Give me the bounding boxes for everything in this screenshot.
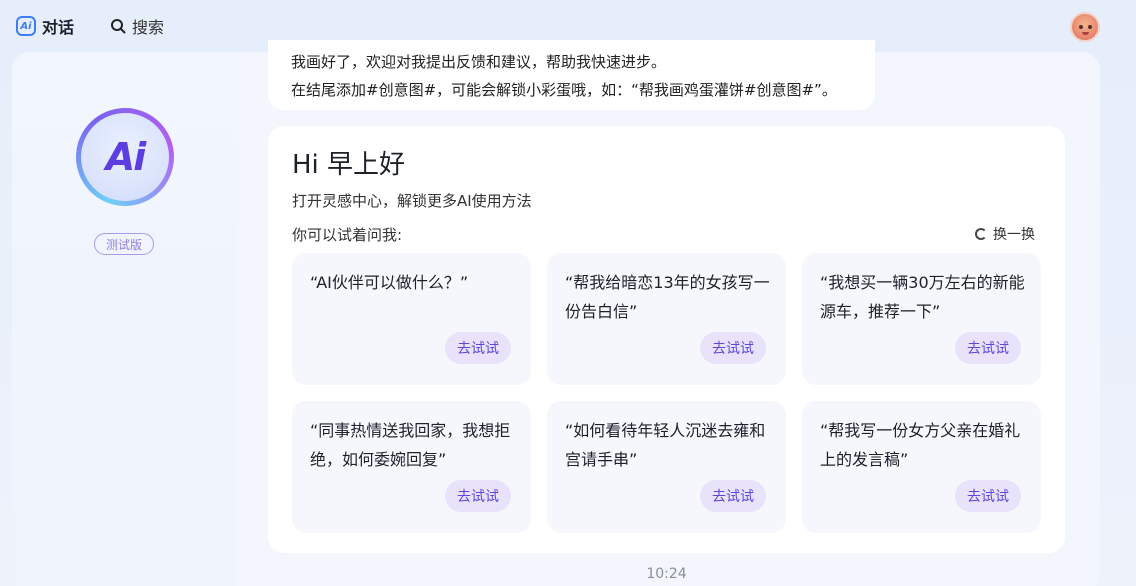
previous-message: 我画好了，欢迎对我提出反馈和建议，帮助我快速进步。 在结尾添加#创意图#，可能会… xyxy=(268,40,875,110)
prompt-text: “AI伙伴可以做什么？” xyxy=(310,273,469,292)
try-button[interactable]: 去试试 xyxy=(955,332,1021,364)
try-asking-label: 你可以试着问我: xyxy=(292,226,403,244)
prompt-text: “如何看待年轻人沉迷去雍和宫请手串” xyxy=(565,421,766,469)
tab-search-label: 搜索 xyxy=(132,18,165,37)
previous-message-line: 我画好了，欢迎对我提出反馈和建议，帮助我快速进步。 xyxy=(291,53,667,71)
try-button[interactable]: 去试试 xyxy=(700,480,766,512)
refresh-label: 换一换 xyxy=(993,227,1035,243)
greeting-card: Hi 早上好 打开灵感中心，解锁更多AI使用方法 你可以试着问我: 换一换 “A… xyxy=(268,126,1065,553)
prompt-card[interactable]: “AI伙伴可以做什么？” 去试试 xyxy=(292,253,531,385)
try-button[interactable]: 去试试 xyxy=(445,480,511,512)
assistant-logo: Ai xyxy=(76,108,174,206)
tab-chat-label: 对话 xyxy=(42,18,75,37)
refresh-button[interactable]: 换一换 xyxy=(975,224,1035,244)
refresh-icon xyxy=(975,228,987,240)
user-avatar[interactable] xyxy=(1070,12,1100,42)
prompt-text: “同事热情送我回家，我想拒绝，如何委婉回复” xyxy=(310,421,511,469)
tab-chat[interactable]: Ai 对话 xyxy=(16,14,74,38)
prompt-card[interactable]: “如何看待年轻人沉迷去雍和宫请手串” 去试试 xyxy=(547,401,786,533)
greeting-title: Hi 早上好 xyxy=(292,150,406,180)
assistant-logo-text: Ai xyxy=(81,113,169,201)
try-button[interactable]: 去试试 xyxy=(955,480,1021,512)
tab-search[interactable]: 搜索 xyxy=(110,14,164,38)
prompt-card[interactable]: “帮我给暗恋13年的女孩写一份告白信” 去试试 xyxy=(547,253,786,385)
try-button[interactable]: 去试试 xyxy=(445,332,511,364)
greeting-subtitle[interactable]: 打开灵感中心，解锁更多AI使用方法 xyxy=(292,190,532,211)
prompt-text: “我想买一辆30万左右的新能源车，推荐一下” xyxy=(820,273,1025,321)
prompt-text: “帮我写一份女方父亲在婚礼上的发言稿” xyxy=(820,421,1021,469)
prompt-text: “帮我给暗恋13年的女孩写一份告白信” xyxy=(565,273,770,321)
previous-message-line: 在结尾添加#创意图#，可能会解锁小彩蛋哦，如：“帮我画鸡蛋灌饼#创意图#”。 xyxy=(291,81,837,99)
prompt-card[interactable]: “我想买一辆30万左右的新能源车，推荐一下” 去试试 xyxy=(802,253,1041,385)
search-icon xyxy=(111,19,126,34)
beta-badge: 测试版 xyxy=(94,233,154,255)
ai-logo-icon: Ai xyxy=(16,16,36,36)
prompt-card[interactable]: “同事热情送我回家，我想拒绝，如何委婉回复” 去试试 xyxy=(292,401,531,533)
message-timestamp: 10:24 xyxy=(646,566,687,582)
prompt-card[interactable]: “帮我写一份女方父亲在婚礼上的发言稿” 去试试 xyxy=(802,401,1041,533)
try-button[interactable]: 去试试 xyxy=(700,332,766,364)
